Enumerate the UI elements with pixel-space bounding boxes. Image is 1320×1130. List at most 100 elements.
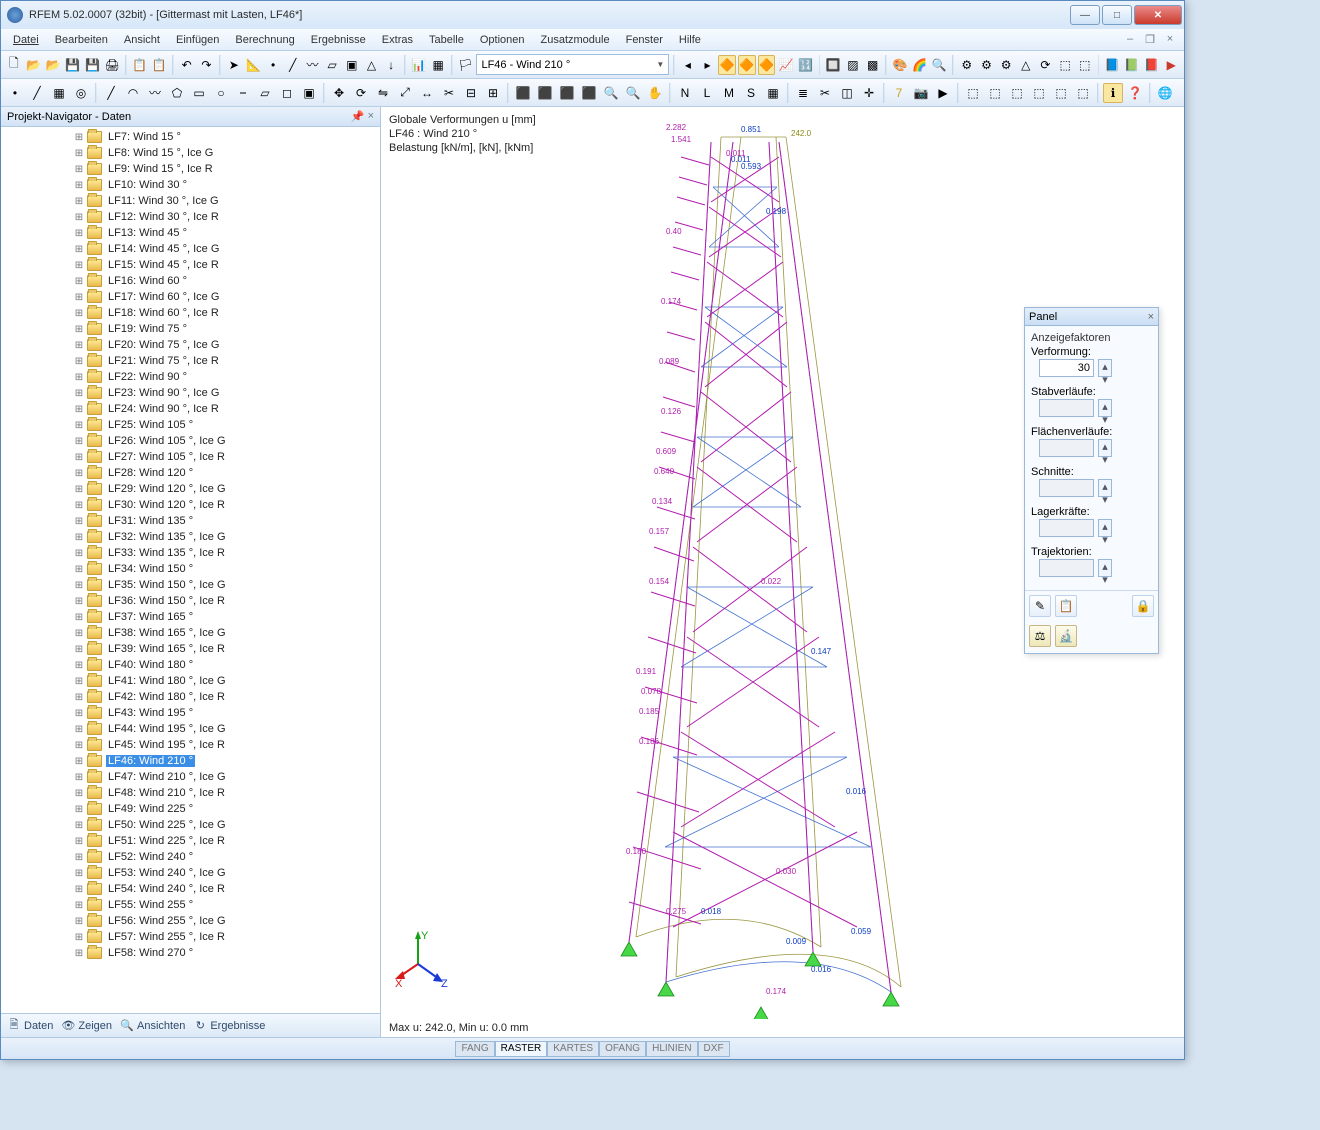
tree-item[interactable]: ⊞LF43: Wind 195 °	[1, 705, 380, 721]
spinner-trajektorien[interactable]: ▴▾	[1098, 559, 1112, 577]
menu-extras[interactable]: Extras	[374, 32, 421, 48]
tree-item[interactable]: ⊞LF33: Wind 135 °, Ice R	[1, 545, 380, 561]
tree-item[interactable]: ⊞LF22: Wind 90 °	[1, 369, 380, 385]
pin-icon[interactable]: 📌	[351, 110, 365, 123]
expand-icon[interactable]: ⊞	[73, 484, 85, 495]
extra-3-icon[interactable]: ⬚	[1007, 83, 1027, 103]
expand-icon[interactable]: ⊞	[73, 564, 85, 575]
new-icon[interactable]: 🗋	[5, 55, 23, 75]
expand-icon[interactable]: ⊞	[73, 596, 85, 607]
tree-item[interactable]: ⊞LF11: Wind 30 °, Ice G	[1, 193, 380, 209]
spinner-schnitte[interactable]: ▴▾	[1098, 479, 1112, 497]
redo-icon[interactable]: ↷	[198, 55, 216, 75]
snap-grid-icon[interactable]: ▦	[49, 83, 69, 103]
tool-d-icon[interactable]: △	[1017, 55, 1035, 75]
view-3d-icon[interactable]: ⬛	[579, 83, 599, 103]
show-nodes-icon[interactable]: N	[675, 83, 695, 103]
expand-icon[interactable]: ⊞	[73, 196, 85, 207]
view-iso-icon[interactable]: 🔲	[824, 55, 842, 75]
tree-item[interactable]: ⊞LF36: Wind 150 °, Ice R	[1, 593, 380, 609]
expand-icon[interactable]: ⊞	[73, 740, 85, 751]
tree-item[interactable]: ⊞LF31: Wind 135 °	[1, 513, 380, 529]
select-icon[interactable]: ➤	[225, 55, 243, 75]
copy-icon[interactable]: 📋	[131, 55, 149, 75]
module-1-icon[interactable]: 📘	[1103, 55, 1121, 75]
snap-line-icon[interactable]: ╱	[27, 83, 47, 103]
tree-item[interactable]: ⊞LF49: Wind 225 °	[1, 801, 380, 817]
menu-fenster[interactable]: Fenster	[618, 32, 671, 48]
status-dxf[interactable]: DXF	[698, 1041, 730, 1057]
mdi-restore-icon[interactable]: ❐	[1142, 33, 1158, 47]
tree-item[interactable]: ⊞LF42: Wind 180 °, Ice R	[1, 689, 380, 705]
spinner-verformung[interactable]: ▴▾	[1098, 359, 1112, 377]
mdi-close-icon[interactable]: ×	[1162, 33, 1178, 47]
tree-item[interactable]: ⊞LF28: Wind 120 °	[1, 465, 380, 481]
info-panel-icon[interactable]: ℹ	[1103, 83, 1123, 103]
tree-item[interactable]: ⊞LF44: Wind 195 °, Ice G	[1, 721, 380, 737]
tree-item[interactable]: ⊞LF54: Wind 240 °, Ice R	[1, 881, 380, 897]
draw-circle-icon[interactable]: ○	[211, 83, 231, 103]
draw-arc-icon[interactable]: ◠	[123, 83, 143, 103]
expand-icon[interactable]: ⊞	[73, 772, 85, 783]
view-wireframe-icon[interactable]: ▨	[844, 55, 862, 75]
expand-icon[interactable]: ⊞	[73, 276, 85, 287]
tree-item[interactable]: ⊞LF21: Wind 75 °, Ice R	[1, 353, 380, 369]
animate-icon[interactable]: ▶	[933, 83, 953, 103]
input-verformung[interactable]	[1039, 359, 1094, 377]
expand-icon[interactable]: ⊞	[73, 164, 85, 175]
support-icon[interactable]: △	[363, 55, 381, 75]
expand-icon[interactable]: ⊞	[73, 372, 85, 383]
expand-icon[interactable]: ⊞	[73, 404, 85, 415]
tree-item[interactable]: ⊞LF56: Wind 255 °, Ice G	[1, 913, 380, 929]
expand-icon[interactable]: ⊞	[73, 388, 85, 399]
expand-icon[interactable]: ⊞	[73, 852, 85, 863]
result-panel-icon[interactable]: 7	[889, 83, 909, 103]
tree-item[interactable]: ⊞LF15: Wind 45 °, Ice R	[1, 257, 380, 273]
render-icon[interactable]: 🎨	[891, 55, 909, 75]
tool-b-icon[interactable]: ⚙	[978, 55, 996, 75]
status-raster[interactable]: RASTER	[495, 1041, 548, 1057]
tree-item[interactable]: ⊞LF25: Wind 105 °	[1, 417, 380, 433]
snap-node-icon[interactable]: •	[5, 83, 25, 103]
menu-einfuegen[interactable]: Einfügen	[168, 32, 227, 48]
expand-icon[interactable]: ⊞	[73, 580, 85, 591]
expand-icon[interactable]: ⊞	[73, 932, 85, 943]
tree-item[interactable]: ⊞LF39: Wind 165 °, Ice R	[1, 641, 380, 657]
panel-scale-icon[interactable]: ⚖	[1029, 625, 1051, 647]
tree-item[interactable]: ⊞LF20: Wind 75 °, Ice G	[1, 337, 380, 353]
draw-member-icon[interactable]: ⎯	[233, 83, 253, 103]
calc-icon[interactable]: 📊	[410, 55, 428, 75]
expand-icon[interactable]: ⊞	[73, 900, 85, 911]
loadcase-prev-icon[interactable]: 🏳	[457, 55, 475, 75]
expand-icon[interactable]: ⊞	[73, 340, 85, 351]
tool-c-icon[interactable]: ⚙	[997, 55, 1015, 75]
zoom-window-icon[interactable]: 🔍	[623, 83, 643, 103]
extra-1-icon[interactable]: ⬚	[963, 83, 983, 103]
expand-icon[interactable]: ⊞	[73, 612, 85, 623]
expand-icon[interactable]: ⊞	[73, 804, 85, 815]
menu-zusatzmodule[interactable]: Zusatzmodule	[533, 32, 618, 48]
tree-item[interactable]: ⊞LF19: Wind 75 °	[1, 321, 380, 337]
menu-berechnung[interactable]: Berechnung	[227, 32, 302, 48]
expand-icon[interactable]: ⊞	[73, 724, 85, 735]
nav-tab-zeigen[interactable]: 👁Zeigen	[61, 1019, 112, 1033]
view-solid-icon[interactable]: ▩	[864, 55, 882, 75]
module-2-icon[interactable]: 📗	[1123, 55, 1141, 75]
menu-ansicht[interactable]: Ansicht	[116, 32, 168, 48]
ucs-icon[interactable]: ✛	[859, 83, 879, 103]
tree-item[interactable]: ⊞LF55: Wind 255 °	[1, 897, 380, 913]
tree-item[interactable]: ⊞LF32: Wind 135 °, Ice G	[1, 529, 380, 545]
nav-tab-ansichten[interactable]: 🔍Ansichten	[120, 1019, 185, 1033]
tree-item[interactable]: ⊞LF45: Wind 195 °, Ice R	[1, 737, 380, 753]
result-forces-icon[interactable]: 🔶	[758, 55, 776, 75]
tree-item[interactable]: ⊞LF53: Wind 240 °, Ice G	[1, 865, 380, 881]
view-front-icon[interactable]: ⬛	[535, 83, 555, 103]
result-loads-icon[interactable]: 🔶	[738, 55, 756, 75]
expand-icon[interactable]: ⊞	[73, 292, 85, 303]
node-icon[interactable]: •	[264, 55, 282, 75]
tree-item[interactable]: ⊞LF8: Wind 15 °, Ice G	[1, 145, 380, 161]
tree-item[interactable]: ⊞LF40: Wind 180 °	[1, 657, 380, 673]
result-diagram-icon[interactable]: 📈	[777, 55, 795, 75]
tree-item[interactable]: ⊞LF57: Wind 255 °, Ice R	[1, 929, 380, 945]
extra-6-icon[interactable]: ⬚	[1073, 83, 1093, 103]
